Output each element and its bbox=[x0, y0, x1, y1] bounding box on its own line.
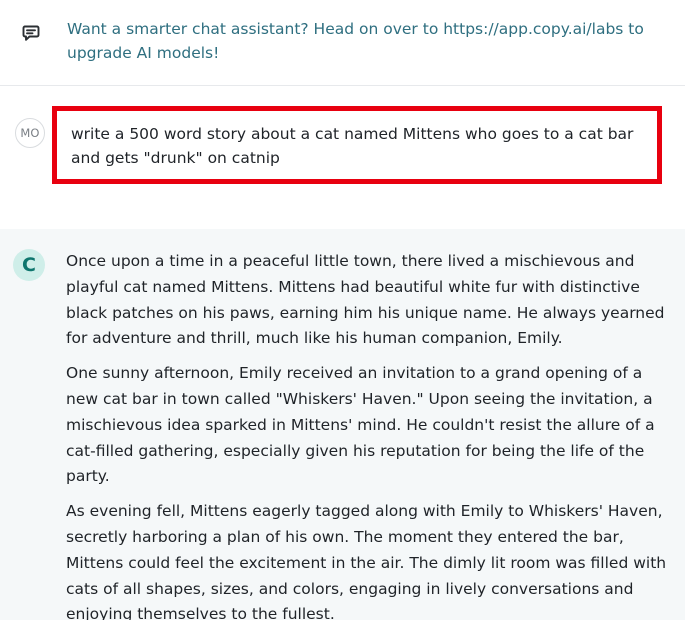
assistant-avatar: C bbox=[13, 249, 45, 281]
assistant-message: C Once upon a time in a peaceful little … bbox=[0, 229, 685, 620]
upgrade-notice: Want a smarter chat assistant? Head on o… bbox=[0, 0, 685, 86]
highlighted-prompt: write a 500 word story about a cat named… bbox=[52, 106, 662, 184]
response-paragraph: Once upon a time in a peaceful little to… bbox=[66, 252, 665, 348]
assistant-response: Once upon a time in a peaceful little to… bbox=[66, 249, 671, 620]
user-prompt-text: write a 500 word story about a cat named… bbox=[71, 125, 634, 167]
upgrade-notice-text: Want a smarter chat assistant? Head on o… bbox=[67, 20, 644, 62]
response-paragraph: As evening fell, Mittens eagerly tagged … bbox=[66, 502, 667, 620]
user-avatar: MO bbox=[15, 118, 45, 148]
user-message: MO write a 500 word story about a cat na… bbox=[0, 86, 685, 228]
chat-window: Want a smarter chat assistant? Head on o… bbox=[0, 0, 685, 620]
response-paragraph: One sunny afternoon, Emily received an i… bbox=[66, 364, 655, 486]
chat-bubble-icon bbox=[21, 23, 41, 43]
